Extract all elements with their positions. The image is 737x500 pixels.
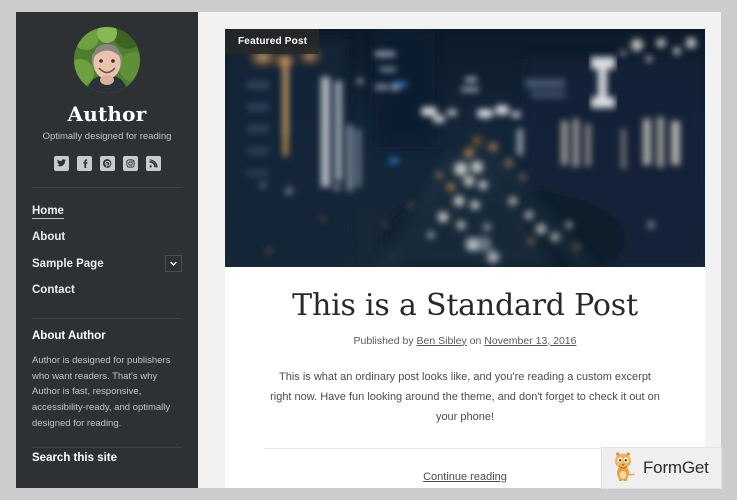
nav-item-label: Contact — [32, 284, 75, 296]
author-avatar-photo — [74, 27, 140, 93]
widget-search: Search this site — [32, 452, 182, 464]
blurred-night-city-traffic-bokeh — [225, 29, 705, 267]
post-meta: Published by Ben Sibley on November 13, … — [259, 335, 671, 347]
nav-item-about[interactable]: About — [32, 225, 182, 249]
twitter-icon[interactable] — [53, 156, 69, 171]
main-content: Featured Post This is a Standard Post Pu… — [198, 12, 721, 488]
search-widget-title: Search this site — [32, 452, 118, 465]
formget-brand-text: FormGet — [643, 458, 709, 477]
hero-image[interactable]: Featured Post — [225, 29, 705, 267]
widget-body: Author is designed for publishers who wa… — [32, 355, 171, 429]
formget-watermark: FormGet — [602, 448, 721, 488]
site-title: Author — [67, 102, 147, 126]
lion-mascot-icon — [611, 451, 637, 486]
site-tagline: Optimally designed for reading — [42, 131, 172, 142]
social-links — [32, 156, 182, 171]
featured-post-card: Featured Post This is a Standard Post Pu… — [225, 29, 705, 488]
nav-item-label: Sample Page — [32, 257, 104, 270]
nav-item-home[interactable]: Home — [32, 199, 182, 225]
nav-item-label: About — [32, 231, 66, 243]
site-frame: Author Optimally designed for reading Ho… — [16, 12, 721, 488]
instagram-icon[interactable] — [122, 156, 138, 171]
post-meta-joiner: on — [469, 334, 482, 347]
featured-post-badge: Featured Post — [225, 29, 320, 54]
avatar-wrapper — [32, 27, 182, 93]
post-excerpt: This is what an ordinary post looks like… — [270, 370, 660, 424]
divider-nav — [32, 318, 182, 319]
primary-nav: Home About Sample Page Contact — [32, 199, 182, 302]
widget-about-author: About Author Author is designed for publ… — [32, 330, 182, 431]
divider-top — [32, 187, 182, 188]
chevron-down-icon[interactable] — [165, 255, 182, 272]
rss-icon[interactable] — [145, 156, 161, 171]
post-title: This is a Standard Post — [292, 288, 638, 323]
sidebar: Author Optimally designed for reading Ho… — [16, 12, 198, 488]
post-meta-prefix: Published by — [353, 334, 414, 347]
nav-item-sample-page[interactable]: Sample Page — [32, 249, 182, 278]
pinterest-icon[interactable] — [99, 156, 115, 171]
nav-item-label: Home — [32, 205, 64, 219]
continue-reading-link[interactable]: Continue reading — [423, 471, 507, 483]
facebook-icon[interactable] — [76, 156, 92, 171]
avatar — [74, 27, 140, 93]
divider-widget — [32, 447, 182, 449]
post-author-link[interactable]: Ben Sibley — [417, 335, 467, 347]
post-date-link[interactable]: November 13, 2016 — [484, 335, 576, 347]
nav-item-contact[interactable]: Contact — [32, 278, 182, 302]
widget-title: About Author — [32, 330, 106, 342]
